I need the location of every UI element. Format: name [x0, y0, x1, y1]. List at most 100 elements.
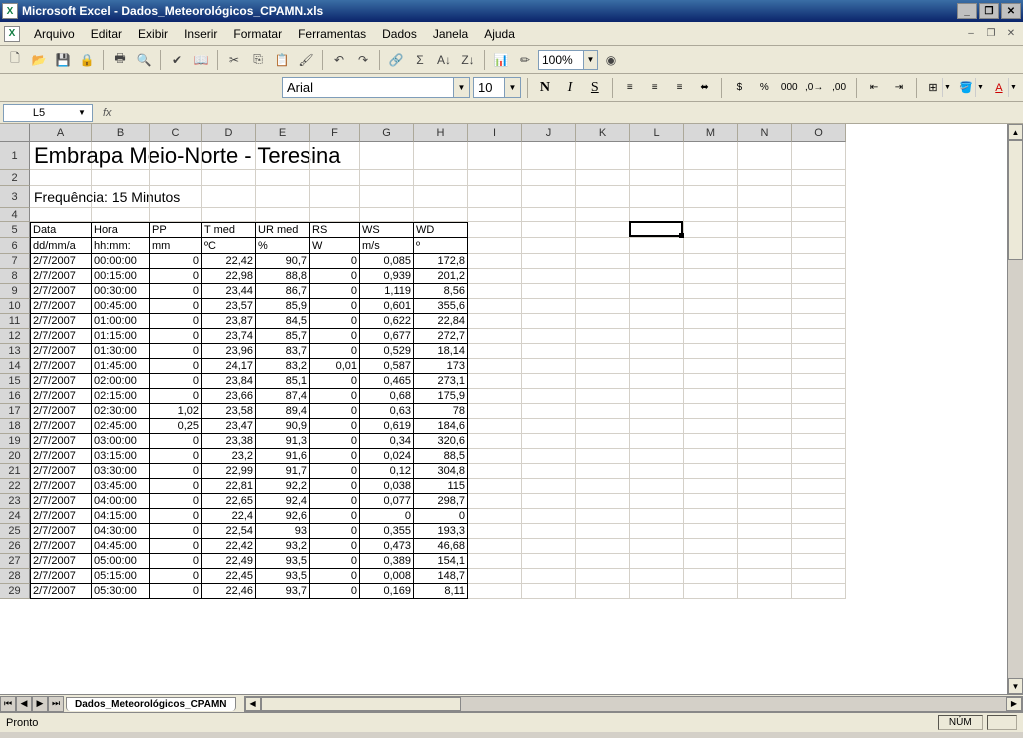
cell[interactable]	[92, 186, 150, 208]
cell[interactable]: 0	[150, 449, 202, 464]
cell[interactable]	[684, 479, 738, 494]
cell[interactable]	[522, 170, 576, 186]
cell[interactable]: 2/7/2007	[30, 464, 92, 479]
font-size-dropdown-icon[interactable]: ▼	[504, 78, 520, 97]
cell[interactable]	[576, 539, 630, 554]
cell[interactable]: 02:00:00	[92, 374, 150, 389]
cell[interactable]: 23,96	[202, 344, 256, 359]
cell[interactable]: 2/7/2007	[30, 449, 92, 464]
decrease-decimal-button[interactable]: ,00	[828, 77, 850, 98]
cell[interactable]	[630, 419, 684, 434]
cell[interactable]: 2/7/2007	[30, 284, 92, 299]
cell[interactable]	[202, 170, 256, 186]
column-header-D[interactable]: D	[202, 124, 256, 142]
cell[interactable]	[630, 359, 684, 374]
cell[interactable]	[684, 404, 738, 419]
cell[interactable]: 0	[150, 299, 202, 314]
row-header[interactable]: 21	[0, 464, 30, 479]
cells-area[interactable]: Embrapa Meio-Norte - TeresinaFrequência:…	[30, 142, 1007, 694]
cell[interactable]: 184,6	[414, 419, 468, 434]
cell[interactable]: 24,17	[202, 359, 256, 374]
cell[interactable]	[468, 524, 522, 539]
cell[interactable]	[738, 344, 792, 359]
cell[interactable]: 298,7	[414, 494, 468, 509]
cell[interactable]	[738, 299, 792, 314]
cell[interactable]: 2/7/2007	[30, 314, 92, 329]
cell[interactable]	[792, 524, 846, 539]
cell[interactable]: 0	[150, 464, 202, 479]
cell[interactable]	[792, 554, 846, 569]
cell[interactable]	[738, 284, 792, 299]
cell[interactable]	[792, 208, 846, 222]
cell[interactable]	[468, 186, 522, 208]
research-icon[interactable]: 📖	[190, 49, 212, 71]
cell[interactable]: 2/7/2007	[30, 524, 92, 539]
new-icon[interactable]: 🗋	[4, 49, 26, 71]
cell[interactable]: 0	[414, 509, 468, 524]
row-header[interactable]: 3	[0, 186, 30, 208]
cell[interactable]: 22,45	[202, 569, 256, 584]
cell[interactable]	[684, 329, 738, 344]
cell[interactable]: 2/7/2007	[30, 494, 92, 509]
cell[interactable]	[792, 238, 846, 254]
cell[interactable]: 115	[414, 479, 468, 494]
cell[interactable]: 01:15:00	[92, 329, 150, 344]
cell[interactable]	[738, 404, 792, 419]
copy-icon[interactable]: ⎘	[247, 49, 269, 71]
zoom-combo[interactable]: ▼	[538, 50, 598, 70]
cell[interactable]	[522, 479, 576, 494]
cell[interactable]	[576, 479, 630, 494]
cell[interactable]: 22,98	[202, 269, 256, 284]
cell[interactable]	[684, 569, 738, 584]
cell[interactable]: 201,2	[414, 269, 468, 284]
cell[interactable]	[576, 374, 630, 389]
cell[interactable]: 0,939	[360, 269, 414, 284]
cell[interactable]: 0,008	[360, 569, 414, 584]
font-name-combo[interactable]: ▼	[282, 77, 470, 98]
cell[interactable]: 23,74	[202, 329, 256, 344]
scroll-up-button[interactable]: ▲	[1008, 124, 1023, 140]
cell[interactable]	[792, 284, 846, 299]
cell[interactable]	[468, 584, 522, 599]
cell[interactable]	[256, 208, 310, 222]
menu-ferramentas[interactable]: Ferramentas	[290, 25, 374, 43]
cell[interactable]	[576, 208, 630, 222]
cell[interactable]: UR med	[256, 222, 310, 238]
cell[interactable]: 8,11	[414, 584, 468, 599]
cell[interactable]	[630, 554, 684, 569]
row-header[interactable]: 8	[0, 269, 30, 284]
row-header[interactable]: 2	[0, 170, 30, 186]
decrease-indent-button[interactable]: ⇤	[863, 77, 885, 98]
cell[interactable]	[792, 404, 846, 419]
scroll-right-button[interactable]: ▶	[1006, 697, 1022, 711]
cell[interactable]: 0	[150, 494, 202, 509]
cell[interactable]: 0	[310, 479, 360, 494]
zoom-dropdown-icon[interactable]: ▼	[583, 51, 597, 69]
cell[interactable]	[310, 208, 360, 222]
cell[interactable]: 0,355	[360, 524, 414, 539]
cell[interactable]: Frequência: 15 Minutos	[30, 186, 92, 208]
cell[interactable]	[630, 299, 684, 314]
row-header[interactable]: 12	[0, 329, 30, 344]
vertical-scrollbar[interactable]: ▲ ▼	[1007, 124, 1023, 694]
cell[interactable]	[630, 539, 684, 554]
cell[interactable]	[576, 524, 630, 539]
row-header[interactable]: 14	[0, 359, 30, 374]
cell[interactable]	[522, 434, 576, 449]
cell[interactable]	[576, 389, 630, 404]
row-header[interactable]: 4	[0, 208, 30, 222]
cell[interactable]: 03:30:00	[92, 464, 150, 479]
cell[interactable]	[576, 329, 630, 344]
cell[interactable]	[738, 464, 792, 479]
cell[interactable]	[576, 449, 630, 464]
cell[interactable]	[738, 269, 792, 284]
cell[interactable]: 86,7	[256, 284, 310, 299]
cell[interactable]	[576, 142, 630, 170]
cell[interactable]: 0	[150, 554, 202, 569]
cell[interactable]	[92, 142, 150, 170]
cell[interactable]	[576, 284, 630, 299]
cell[interactable]	[468, 389, 522, 404]
cell[interactable]: 2/7/2007	[30, 434, 92, 449]
cell[interactable]: 0	[310, 554, 360, 569]
cell[interactable]	[738, 254, 792, 269]
